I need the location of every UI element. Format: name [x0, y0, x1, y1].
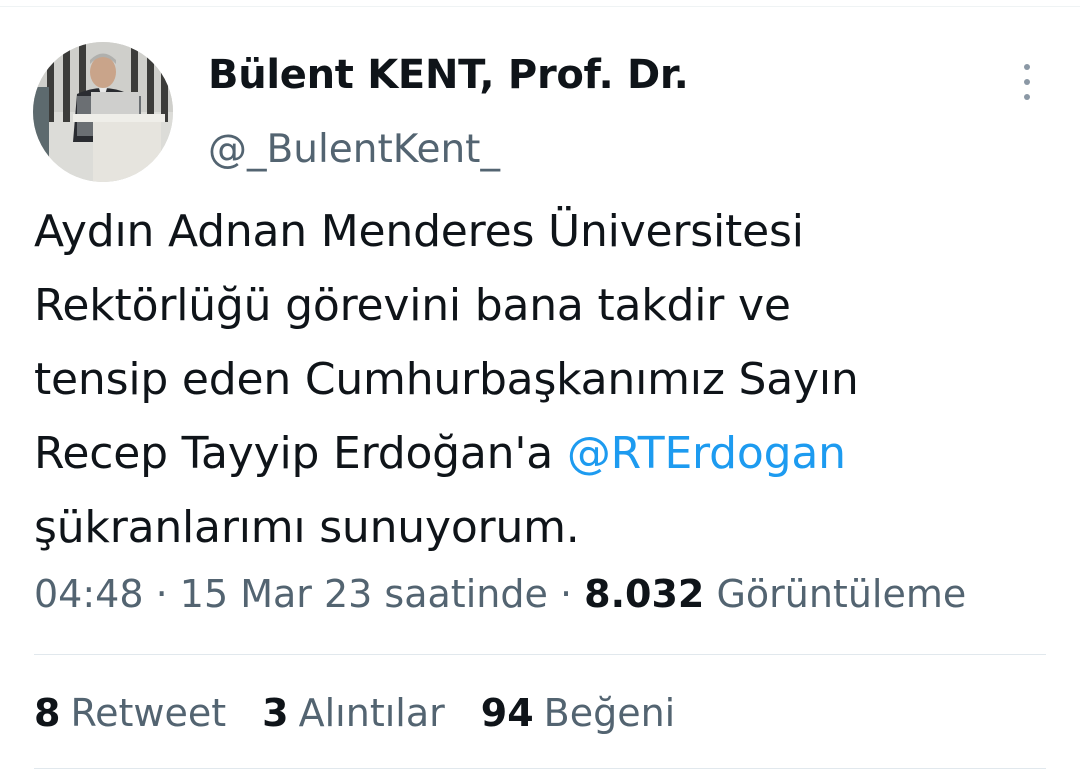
- tweet-text-line: tensip eden Cumhurbaşkanımız Sayın: [34, 354, 859, 405]
- likes-stat[interactable]: 94 Beğeni: [481, 691, 675, 735]
- mention-link[interactable]: @RTErdogan: [567, 428, 846, 479]
- tweet-text-segment: Recep Tayyip Erdoğan'a: [34, 428, 567, 479]
- quotes-stat[interactable]: 3 Alıntılar: [262, 691, 445, 735]
- author-display-name[interactable]: Bülent KENT, Prof. Dr.: [208, 52, 689, 98]
- tweet-text: Aydın Adnan Menderes Üniversitesi Rektör…: [34, 195, 1034, 565]
- retweets-count: 8: [34, 691, 61, 735]
- tweet-text-line: Rektörlüğü görevini bana takdir ve: [34, 280, 791, 331]
- tweet-text-line: Aydın Adnan Menderes Üniversitesi: [34, 206, 804, 257]
- views-label: Görüntüleme: [716, 572, 967, 616]
- dot: [1024, 79, 1030, 85]
- avatar-photo: [33, 42, 173, 182]
- views-count: 8.032: [584, 572, 705, 616]
- tweet-text-line: Recep Tayyip Erdoğan'a @RTErdogan: [34, 417, 1034, 491]
- likes-label: Beğeni: [543, 691, 676, 735]
- meta-separator: ·: [559, 572, 573, 616]
- top-divider: [0, 6, 1080, 7]
- tweet-stats: 8 Retweet 3 Alıntılar 94 Beğeni: [34, 691, 675, 735]
- meta-separator: ·: [155, 572, 168, 616]
- retweets-stat[interactable]: 8 Retweet: [34, 691, 226, 735]
- more-icon[interactable]: [1012, 64, 1042, 100]
- tweet-time[interactable]: 04:48: [34, 572, 144, 616]
- tweet-date[interactable]: 15 Mar 23 saatinde: [180, 572, 548, 616]
- dot: [1024, 94, 1030, 100]
- stats-divider-top: [34, 654, 1046, 655]
- stats-divider-bottom: [34, 768, 1046, 769]
- quotes-count: 3: [262, 691, 289, 735]
- likes-count: 94: [480, 691, 534, 735]
- tweet-text-line: şükranlarımı sunuyorum.: [34, 502, 580, 553]
- quotes-label: Alıntılar: [298, 691, 445, 735]
- author-handle[interactable]: @_BulentKent_: [208, 127, 500, 172]
- tweet-meta: 04:48 · 15 Mar 23 saatinde · 8.032 Görün…: [34, 572, 966, 616]
- retweets-label: Retweet: [70, 691, 227, 735]
- avatar[interactable]: [33, 42, 173, 182]
- dot: [1024, 64, 1030, 70]
